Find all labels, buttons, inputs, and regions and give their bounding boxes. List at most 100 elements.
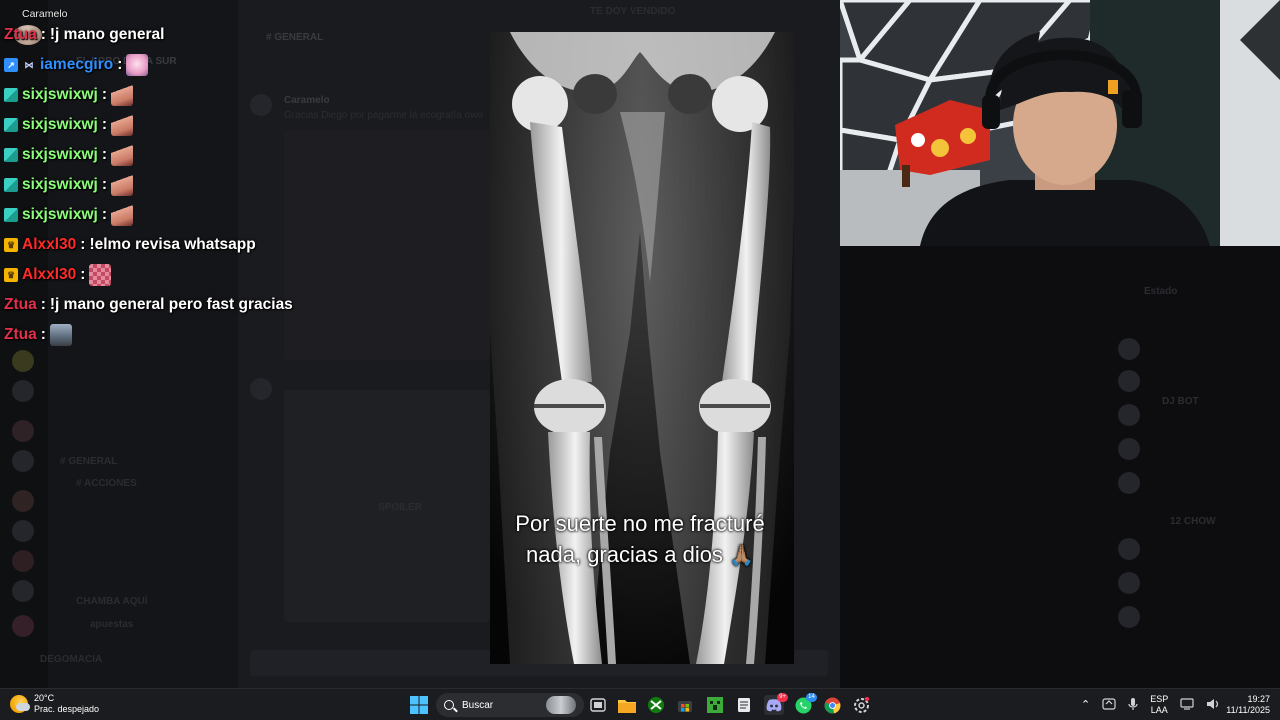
- weather-widget[interactable]: 20°C Prac. despejado: [10, 693, 99, 715]
- hand-emote-icon: [111, 204, 133, 226]
- member-avatar[interactable]: [1118, 338, 1140, 360]
- member-avatar[interactable]: [1118, 438, 1140, 460]
- server-icon[interactable]: [12, 380, 34, 402]
- start-button[interactable]: [409, 695, 429, 715]
- channel-general[interactable]: # GENERAL: [60, 456, 117, 467]
- pixel-emote-icon: [89, 264, 112, 286]
- video-caption: Por suerte no me fracturé nada, gracias …: [470, 508, 810, 572]
- member-avatar[interactable]: [1118, 572, 1140, 594]
- chat-message: ↗ ⋈ iamecgiro :: [0, 50, 420, 80]
- clock[interactable]: 19:27 11/11/2025: [1226, 694, 1270, 716]
- photo-emote-icon: [49, 324, 72, 346]
- server-icon[interactable]: [12, 615, 34, 637]
- gear-icon: [853, 696, 869, 713]
- chat-username[interactable]: Ztua: [4, 26, 37, 44]
- weather-description: Prac. despejado: [34, 704, 100, 714]
- chat-username[interactable]: sixjswixwj: [22, 146, 98, 164]
- chat-username[interactable]: sixjswixwj: [22, 116, 98, 134]
- webcam-feed: [840, 0, 1280, 246]
- bits-badge-icon: ⋈: [24, 59, 34, 70]
- server-icon[interactable]: [12, 550, 34, 572]
- member-avatar[interactable]: [1118, 538, 1140, 560]
- member-djbot: DJ BOT: [1162, 396, 1199, 407]
- channel-apuestas[interactable]: apuestas: [90, 619, 133, 630]
- language-indicator[interactable]: ESP LAA: [1150, 694, 1168, 716]
- pink-emote-icon: [126, 54, 149, 76]
- microphone-icon[interactable]: [1128, 697, 1138, 714]
- sub-badge-icon: [4, 208, 18, 222]
- store-button[interactable]: [675, 695, 695, 715]
- chat-username[interactable]: Alxxl30: [22, 236, 76, 254]
- discord-button[interactable]: 9+: [764, 693, 788, 715]
- server-icon[interactable]: [12, 520, 34, 542]
- chat-separator: :: [117, 56, 123, 73]
- channel-acciones[interactable]: # ACCIONES: [76, 478, 137, 489]
- minecraft-icon: [707, 697, 723, 713]
- hand-emote-icon: [111, 84, 133, 106]
- server-icon[interactable]: [12, 580, 34, 602]
- avatar[interactable]: [250, 378, 272, 400]
- whatsapp-button[interactable]: 14: [793, 693, 817, 715]
- windows-taskbar: 20°C Prac. despejado Buscar 9+ 14 ⌃ ESP …: [0, 688, 1280, 720]
- chat-separator: :: [80, 266, 86, 283]
- chat-username[interactable]: sixjswixwj: [22, 206, 98, 224]
- sub-badge-icon: [4, 148, 18, 162]
- file-explorer-button[interactable]: [617, 695, 637, 715]
- chat-username[interactable]: sixjswixwj: [22, 176, 98, 194]
- channel-chamba[interactable]: CHAMBA AQUÍ: [76, 596, 147, 607]
- hand-emote-icon: [111, 144, 133, 166]
- member-avatar[interactable]: [1118, 606, 1140, 628]
- chat-separator: :: [101, 116, 107, 133]
- chat-message: sixjswixwj :: [0, 110, 420, 140]
- system-tray: ⌃ ESP LAA 19:27 11/11/2025: [1075, 689, 1280, 720]
- network-icon[interactable]: [1180, 697, 1194, 713]
- notepad-icon: [738, 698, 750, 712]
- search-label: Buscar: [462, 699, 494, 711]
- sync-icon[interactable]: [1102, 697, 1116, 714]
- server-icon[interactable]: [12, 490, 34, 512]
- chrome-button[interactable]: [822, 695, 842, 715]
- chat-separator: :: [40, 296, 46, 313]
- xbox-icon: [648, 697, 664, 713]
- store-icon: [678, 701, 692, 712]
- chat-separator: :: [101, 206, 107, 223]
- chat-username[interactable]: iamecgiro: [40, 56, 113, 74]
- member-avatar[interactable]: [1118, 404, 1140, 426]
- user-footer-name: DEGOMACIA: [40, 654, 103, 665]
- member-avatar[interactable]: [1118, 472, 1140, 494]
- chat-username[interactable]: Alxxl30: [22, 266, 76, 284]
- xbox-button[interactable]: [646, 695, 666, 715]
- chat-message: ♛ Alxxl30 :: [0, 260, 420, 290]
- server-icon[interactable]: [12, 450, 34, 472]
- task-view-button[interactable]: [588, 695, 608, 715]
- chat-separator: :: [101, 146, 107, 163]
- weather-temperature: 20°C: [34, 693, 55, 703]
- chat-separator: :: [40, 26, 46, 43]
- windows-logo-icon: [410, 696, 428, 714]
- chat-text: !elmo revisa whatsapp: [89, 236, 256, 253]
- chat-username[interactable]: Ztua: [4, 296, 37, 314]
- caption-line-2: nada, gracias a dios 🙏🏽: [470, 539, 810, 572]
- chat-separator: :: [101, 86, 107, 103]
- member-avatar[interactable]: [1118, 370, 1140, 392]
- chat-username[interactable]: Ztua: [4, 326, 37, 344]
- volume-icon[interactable]: [1206, 698, 1220, 713]
- chat-separator: :: [80, 236, 86, 253]
- settings-button[interactable]: [851, 695, 871, 715]
- clock-time: 19:27: [1247, 694, 1270, 704]
- server-icon[interactable]: [12, 350, 34, 372]
- member-status: Estado: [1144, 286, 1178, 297]
- minecraft-button[interactable]: [705, 695, 725, 715]
- search-box[interactable]: Buscar: [436, 693, 584, 717]
- chat-username[interactable]: sixjswixwj: [22, 86, 98, 104]
- notes-button[interactable]: [734, 695, 754, 715]
- streamer-webcam-illustration: [840, 0, 1280, 246]
- sub-badge-icon: [4, 118, 18, 132]
- chevron-up-icon[interactable]: ⌃: [1081, 699, 1090, 711]
- chat-message: sixjswixwj :: [0, 200, 420, 230]
- crown-badge-icon: ♛: [4, 268, 18, 282]
- chat-separator: :: [101, 176, 107, 193]
- server-icon[interactable]: [12, 420, 34, 442]
- member-chow: 12 CHOW: [1170, 516, 1216, 527]
- caption-line-1: Por suerte no me fracturé: [515, 511, 765, 536]
